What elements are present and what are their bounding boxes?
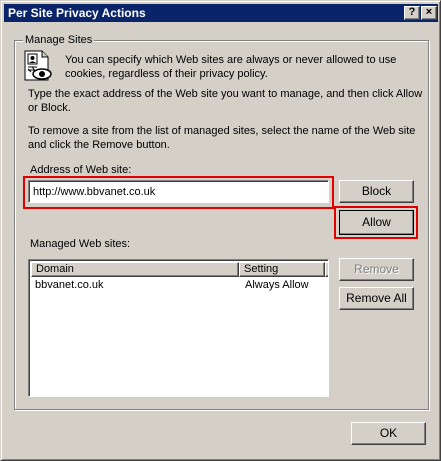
domain-cell: bbvanet.co.uk [35, 279, 104, 291]
help-button[interactable]: ? [404, 6, 420, 20]
list-item[interactable]: bbvanet.co.uk Always Allow [31, 278, 327, 292]
address-input[interactable] [28, 180, 329, 203]
column-header-filler [325, 262, 328, 277]
privacy-document-eye-icon [24, 50, 52, 81]
setting-cell: Always Allow [245, 279, 309, 291]
managed-sites-label: Managed Web sites: [30, 238, 131, 250]
manage-sites-label: Manage Sites [23, 33, 95, 47]
address-label: Address of Web site: [30, 164, 132, 176]
close-button[interactable]: × [421, 6, 437, 20]
ok-button[interactable]: OK [351, 422, 426, 445]
manage-instructions: Type the exact address of the Web site y… [28, 88, 423, 114]
column-header-setting[interactable]: Setting [239, 262, 325, 277]
allow-button[interactable]: Allow [339, 210, 414, 235]
window-title: Per Site Privacy Actions [8, 6, 146, 20]
intro-text: You can specify which Web sites are alwa… [65, 54, 397, 80]
title-bar[interactable]: Per Site Privacy Actions ? × [4, 4, 438, 22]
remove-all-button[interactable]: Remove All [339, 287, 414, 310]
managed-sites-list[interactable]: Domain Setting bbvanet.co.uk Always Allo… [28, 259, 329, 397]
block-button[interactable]: Block [339, 180, 414, 203]
remove-button[interactable]: Remove [339, 258, 414, 281]
column-header-domain[interactable]: Domain [31, 262, 239, 277]
remove-instructions: To remove a site from the list of manage… [28, 125, 416, 151]
